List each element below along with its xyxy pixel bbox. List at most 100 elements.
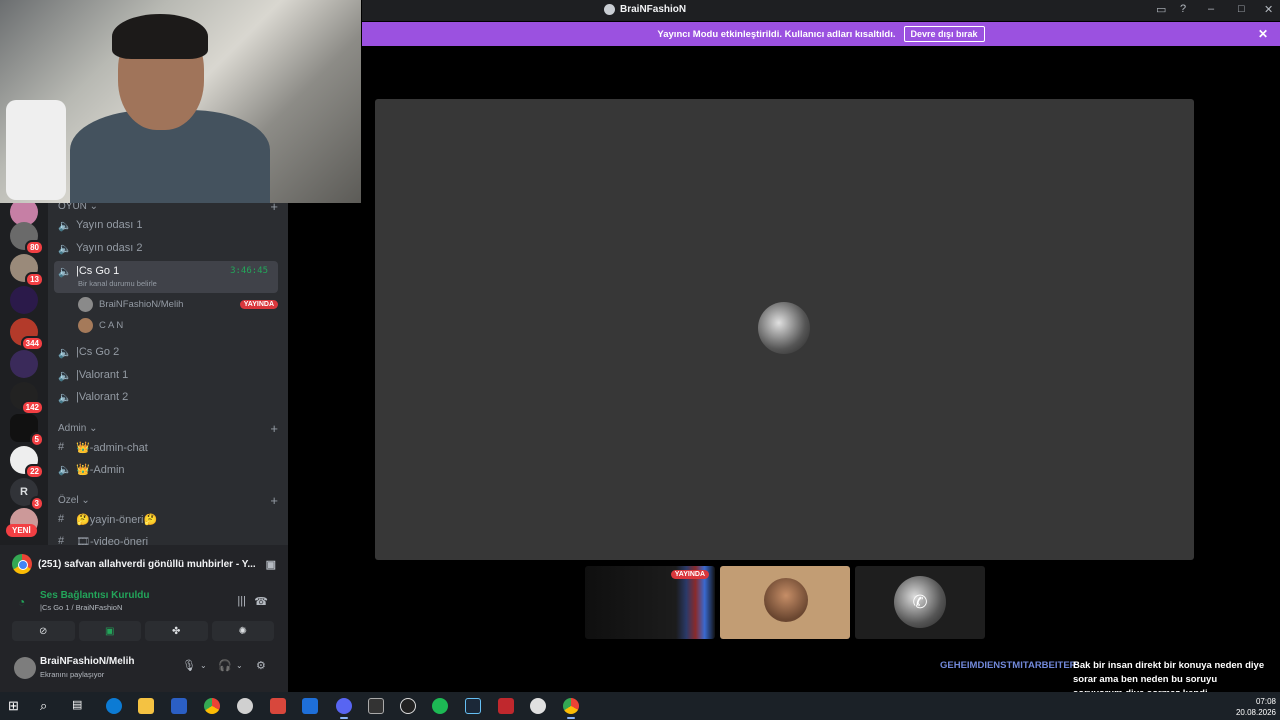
discord-icon[interactable] xyxy=(336,698,352,719)
speaker-icon: 🔈 xyxy=(58,219,72,232)
phone-icon: ✆ xyxy=(912,591,928,612)
app-icon[interactable] xyxy=(368,698,384,714)
avatar xyxy=(764,578,808,622)
webcam-background-object xyxy=(6,100,66,200)
speaker-icon: 🔈 xyxy=(58,346,72,359)
voice-user[interactable]: BraiNFashioN/Melih YAYINDA xyxy=(78,294,278,314)
category-admin[interactable]: Admin ⌄ + xyxy=(58,421,278,436)
task-view-icon[interactable]: ▤ xyxy=(72,698,88,714)
screen-share-icon: ▣ xyxy=(105,625,115,637)
channel-valorant1[interactable]: 🔈 |Valorant 1 xyxy=(54,364,278,386)
avatar[interactable] xyxy=(14,657,36,679)
soundboard-button[interactable]: ✺ xyxy=(211,621,274,641)
close-icon[interactable]: ✕ xyxy=(1258,27,1268,41)
app-icon[interactable] xyxy=(530,698,546,714)
system-clock[interactable]: 07:08 20.08.2026 xyxy=(1236,696,1276,718)
main-stage[interactable] xyxy=(375,99,1194,560)
participant-tile[interactable]: ✆ xyxy=(855,566,985,639)
server-icon[interactable]: 344 xyxy=(10,318,44,351)
avatar xyxy=(78,317,93,333)
minimize-icon[interactable]: – xyxy=(1208,3,1214,15)
voice-user-name: BraiNFashioN/Melih xyxy=(99,298,184,310)
chevron-down-icon: ⌄ xyxy=(86,423,98,434)
server-icon[interactable]: 142 xyxy=(10,382,44,415)
file-explorer-icon[interactable] xyxy=(138,698,154,714)
disconnect-icon[interactable]: ☎ xyxy=(254,595,268,608)
channel-valorant2[interactable]: 🔈 |Valorant 2 xyxy=(54,386,278,408)
channel-admin-voice[interactable]: 🔈 👑-Admin xyxy=(54,458,278,480)
taskbar: ⊞ ⌕ ▤ 07:08 20.08.2026 xyxy=(0,692,1280,720)
screen-share-button[interactable]: ▣ xyxy=(78,621,141,641)
chrome-icon[interactable] xyxy=(204,698,220,714)
chevron-down-icon[interactable]: ⌄ xyxy=(236,661,243,670)
store-icon[interactable] xyxy=(171,698,187,714)
speaker-icon: 🔈 xyxy=(58,391,72,404)
speaker-icon: 🔈 xyxy=(58,266,72,278)
server-letter: R xyxy=(20,486,28,498)
username[interactable]: BraiNFashioN/Melih xyxy=(40,656,134,667)
server-icon[interactable]: 13 xyxy=(10,254,44,287)
add-channel-icon[interactable]: + xyxy=(270,421,278,436)
channel-label: 🤔yayin-öneri🤔 xyxy=(76,513,158,526)
channel-yayin-oneri[interactable]: # 🤔yayin-öneri🤔 xyxy=(54,508,278,530)
mention-badge: 5 xyxy=(29,432,44,447)
app-icon[interactable] xyxy=(498,698,514,714)
server-icon[interactable]: 22 xyxy=(10,446,44,479)
channel-csgo1[interactable]: 🔈 |Cs Go 1 3:46:45 Bir kanal durumu belirle xyxy=(54,261,278,293)
voice-connection: ◔ Ses Bağlantısı Kuruldu |Cs Go 1 / Brai… xyxy=(14,590,274,618)
obs-icon[interactable] xyxy=(400,698,416,714)
close-window-icon[interactable]: ✕ xyxy=(1264,3,1273,16)
window-title: BraiNFashioN xyxy=(604,4,686,15)
server-icon[interactable]: R3 xyxy=(10,478,44,511)
help-icon[interactable]: ? xyxy=(1180,3,1186,15)
channel-status[interactable]: Bir kanal durumu belirle xyxy=(78,279,157,288)
channel-yayin1[interactable]: 🔈 Yayın odası 1 xyxy=(54,214,278,236)
channel-csgo2[interactable]: 🔈 |Cs Go 2 xyxy=(54,341,278,363)
mention-badge: 13 xyxy=(25,272,44,287)
search-icon[interactable]: ⌕ xyxy=(40,698,56,714)
chrome-icon xyxy=(12,554,32,574)
chat-author: GEHEIMDIENSTMITARBEITER xyxy=(940,660,1077,671)
new-pill[interactable]: YENİ xyxy=(6,524,37,537)
speaker-icon: 🔈 xyxy=(58,242,72,255)
spotify-icon[interactable] xyxy=(432,698,448,714)
stream-thumbnail[interactable]: YAYINDA xyxy=(585,566,715,639)
video-off-button[interactable]: ⊘ xyxy=(12,621,75,641)
add-channel-icon[interactable]: + xyxy=(270,493,278,508)
game-icon[interactable]: ▣ xyxy=(266,558,276,571)
chevron-down-icon[interactable]: ⌄ xyxy=(200,661,207,670)
video-off-icon: ⊘ xyxy=(39,625,48,637)
mail-icon[interactable] xyxy=(302,698,318,714)
channel-label: |Valorant 1 xyxy=(76,369,129,381)
participant-tile[interactable] xyxy=(720,566,850,639)
app-icon[interactable] xyxy=(270,698,286,714)
maximize-icon[interactable]: □ xyxy=(1238,3,1245,15)
windows-start-icon[interactable]: ⊞ xyxy=(8,698,24,714)
disable-streamer-mode-button[interactable]: Devre dışı bırak xyxy=(903,26,985,42)
app-icon[interactable] xyxy=(237,698,253,714)
channel-label: |Cs Go 2 xyxy=(76,346,120,358)
server-icon[interactable] xyxy=(10,350,38,378)
headphones-icon[interactable]: 🎧 xyxy=(218,659,232,672)
channel-yayin2[interactable]: 🔈 Yayın odası 2 xyxy=(54,237,278,259)
steam-icon[interactable] xyxy=(465,698,481,714)
category-private[interactable]: Özel ⌄ + xyxy=(58,493,278,508)
channel-admin-chat[interactable]: # 👑-admin-chat xyxy=(54,436,278,458)
voice-user[interactable]: C A N xyxy=(78,315,278,335)
activities-button[interactable]: ✤ xyxy=(145,621,208,641)
call-timer: 3:46:45 xyxy=(230,266,268,276)
server-icon[interactable] xyxy=(10,286,38,314)
edge-icon[interactable] xyxy=(106,698,122,714)
noise-suppression-icon[interactable]: ||| xyxy=(237,595,246,607)
server-icon[interactable]: 5 xyxy=(10,414,44,447)
server-icon[interactable]: 80 xyxy=(10,222,44,255)
channel-label: 👑-Admin xyxy=(76,463,125,476)
inbox-icon[interactable]: ▭ xyxy=(1156,3,1166,16)
activity-status[interactable]: (251) safvan allahverdi gönüllü muhbirle… xyxy=(6,549,282,579)
hash-icon: # xyxy=(58,441,65,453)
channel-label: Yayın odası 1 xyxy=(76,219,143,231)
chrome-icon[interactable] xyxy=(563,698,579,719)
gear-icon[interactable]: ⚙ xyxy=(256,659,266,672)
signal-icon[interactable]: ◔ xyxy=(18,595,25,609)
microphone-icon[interactable]: 🎙 xyxy=(182,659,196,672)
